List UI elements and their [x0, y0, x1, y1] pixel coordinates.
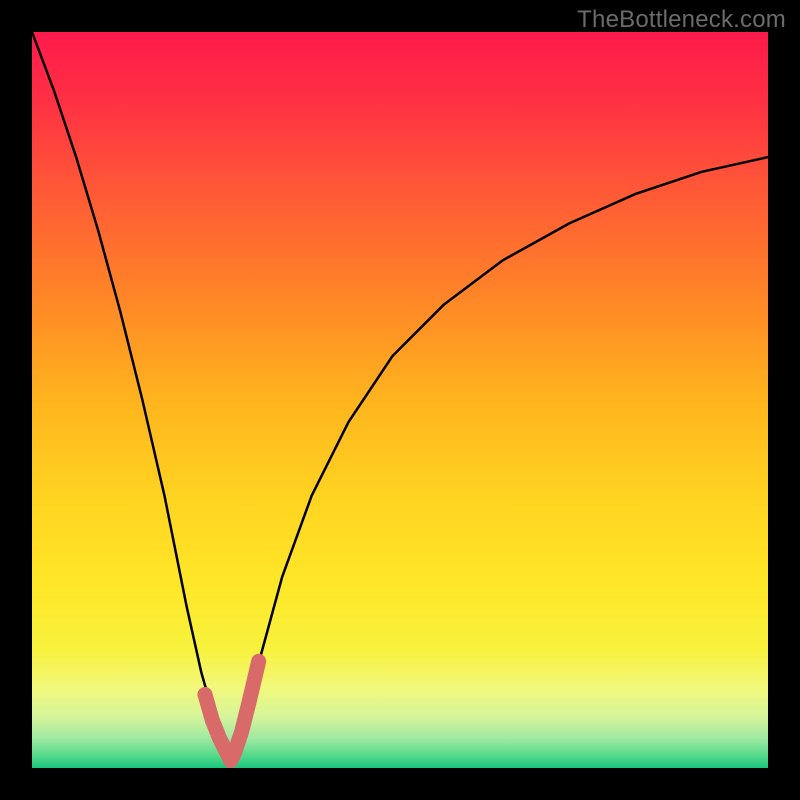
watermark-text: TheBottleneck.com [577, 6, 786, 34]
chart-stage: TheBottleneck.com [0, 0, 800, 800]
chart-svg [32, 32, 768, 768]
plot-area [32, 32, 768, 768]
